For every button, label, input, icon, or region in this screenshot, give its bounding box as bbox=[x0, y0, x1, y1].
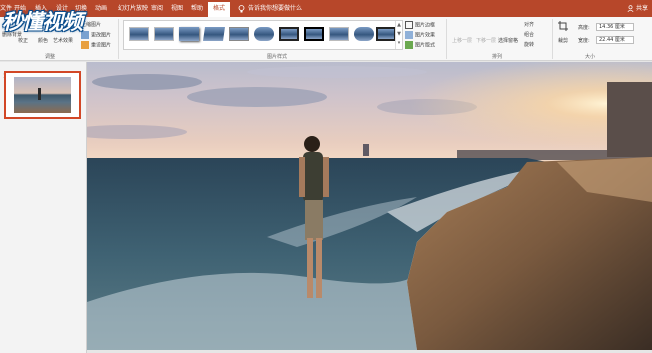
picture-styles-gallery: ▲ ▼ ▾ bbox=[123, 20, 403, 50]
picture-style-thumb[interactable] bbox=[179, 27, 199, 41]
change-picture-icon bbox=[81, 31, 89, 39]
picture-border-label: 图片边框 bbox=[415, 22, 436, 29]
adjust-group-label: 调整 bbox=[45, 54, 56, 60]
tab-format[interactable]: 格式 bbox=[208, 2, 231, 17]
height-label: 高度: bbox=[578, 25, 590, 31]
group-label: 组合 bbox=[524, 32, 535, 38]
arrange-group-label: 排列 bbox=[492, 54, 503, 60]
watermark-logo: 秒懂视频 bbox=[2, 10, 83, 34]
crop-label: 裁剪 bbox=[558, 38, 569, 44]
user-icon bbox=[627, 5, 634, 13]
picture-effects-label: 图片效果 bbox=[415, 32, 436, 39]
change-picture-label: 更改图片 bbox=[91, 32, 112, 39]
group-separator bbox=[118, 19, 119, 59]
width-label: 宽度: bbox=[578, 38, 590, 44]
picture-layout-label: 图片版式 bbox=[415, 42, 436, 49]
tab-slideshow[interactable]: 幻灯片放映 bbox=[118, 0, 148, 17]
picture-style-thumb[interactable] bbox=[154, 27, 174, 41]
picture-style-thumb[interactable] bbox=[129, 27, 149, 41]
thumbnail-figure bbox=[37, 87, 41, 100]
compress-pictures-button[interactable]: 压缩图片 bbox=[81, 21, 101, 28]
group-button[interactable]: 组合 bbox=[524, 31, 534, 38]
picture-style-thumb[interactable] bbox=[254, 27, 274, 41]
picture-layout-button[interactable]: 图片版式 bbox=[405, 41, 435, 49]
picture-style-thumb[interactable] bbox=[203, 27, 225, 41]
group-separator bbox=[446, 19, 447, 59]
reset-picture-label: 重设图片 bbox=[91, 42, 112, 49]
size-group-label: 大小 bbox=[585, 54, 596, 60]
slide-thumbnail[interactable] bbox=[4, 71, 81, 119]
picture-layout-icon bbox=[405, 41, 413, 49]
lightbulb-icon bbox=[238, 4, 245, 12]
picture-style-thumb[interactable] bbox=[376, 27, 396, 41]
slide-canvas[interactable] bbox=[87, 62, 652, 353]
picture-style-thumb[interactable] bbox=[279, 27, 299, 41]
tell-me-placeholder: 告诉我你想要做什么 bbox=[248, 5, 303, 12]
crop-button[interactable] bbox=[558, 21, 568, 33]
rotate-button[interactable]: 旋转 bbox=[524, 41, 534, 48]
picture-effects-button[interactable]: 图片效果 bbox=[405, 31, 435, 39]
align-button[interactable]: 对齐 bbox=[524, 21, 534, 28]
slide-thumbnail-pane: 1 bbox=[0, 62, 87, 353]
slide-thumbnail-image bbox=[14, 77, 71, 113]
picture-styles-group-label: 图片样式 bbox=[267, 54, 288, 60]
reset-picture-button[interactable]: 重设图片 bbox=[81, 41, 111, 49]
width-field[interactable]: 22.44 厘米 bbox=[596, 36, 634, 44]
compress-pictures-label: 压缩图片 bbox=[81, 22, 102, 28]
send-backward-button[interactable]: 下移一层 bbox=[476, 37, 496, 44]
corrections-button[interactable]: 校正 bbox=[18, 37, 28, 44]
corrections-label: 校正 bbox=[18, 38, 29, 44]
send-backward-label: 下移一层 bbox=[476, 38, 497, 44]
bring-forward-button[interactable]: 上移一层 bbox=[452, 37, 472, 44]
selection-pane-button[interactable]: 选择窗格 bbox=[498, 37, 518, 44]
change-picture-button[interactable]: 更改图片 bbox=[81, 31, 111, 39]
selection-pane-label: 选择窗格 bbox=[498, 38, 519, 44]
powerpoint-window: 文件 开始 插入 设计 切换 动画 幻灯片放映 审阅 视图 帮助 格式 告诉我你… bbox=[0, 0, 652, 353]
share-label: 共享 bbox=[635, 5, 648, 12]
tab-animations[interactable]: 动画 bbox=[95, 0, 107, 17]
rotate-label: 旋转 bbox=[524, 42, 535, 48]
picture-style-thumb[interactable] bbox=[329, 27, 349, 41]
gallery-scrollbar[interactable]: ▲ ▼ ▾ bbox=[395, 21, 402, 49]
picture-border-icon bbox=[405, 21, 413, 29]
tab-help[interactable]: 帮助 bbox=[191, 0, 203, 17]
format-ribbon: 删除背景 校正 颜色 艺术效果 压缩图片 更改图片 重设图片 调整 ▲ ▼ ▾ 图片… bbox=[0, 17, 652, 61]
tab-view[interactable]: 视图 bbox=[171, 0, 183, 17]
beach-photo-image bbox=[87, 62, 652, 350]
picture-style-thumb[interactable] bbox=[304, 27, 324, 41]
color-label: 颜色 bbox=[38, 38, 49, 44]
align-label: 对齐 bbox=[524, 22, 535, 28]
picture-effects-icon bbox=[405, 31, 413, 39]
share-button[interactable]: 共享 bbox=[627, 0, 648, 17]
picture-border-button[interactable]: 图片边框 bbox=[405, 21, 435, 29]
picture-style-thumb[interactable] bbox=[229, 27, 249, 41]
tell-me-search[interactable]: 告诉我你想要做什么 bbox=[238, 0, 302, 17]
artistic-effects-label: 艺术效果 bbox=[53, 38, 74, 44]
reset-picture-icon bbox=[81, 41, 89, 49]
tab-review[interactable]: 审阅 bbox=[151, 0, 163, 17]
ribbon-tab-bar: 文件 开始 插入 设计 切换 动画 幻灯片放映 审阅 视图 帮助 格式 告诉我你… bbox=[0, 0, 652, 17]
artistic-effects-button[interactable]: 艺术效果 bbox=[53, 37, 73, 44]
height-field[interactable]: 14.36 厘米 bbox=[596, 23, 634, 31]
group-separator bbox=[552, 19, 553, 59]
bring-forward-label: 上移一层 bbox=[452, 38, 473, 44]
beach-photo[interactable] bbox=[87, 62, 652, 350]
picture-style-thumb[interactable] bbox=[354, 27, 374, 41]
crop-icon bbox=[558, 21, 568, 31]
color-button[interactable]: 颜色 bbox=[38, 37, 48, 44]
